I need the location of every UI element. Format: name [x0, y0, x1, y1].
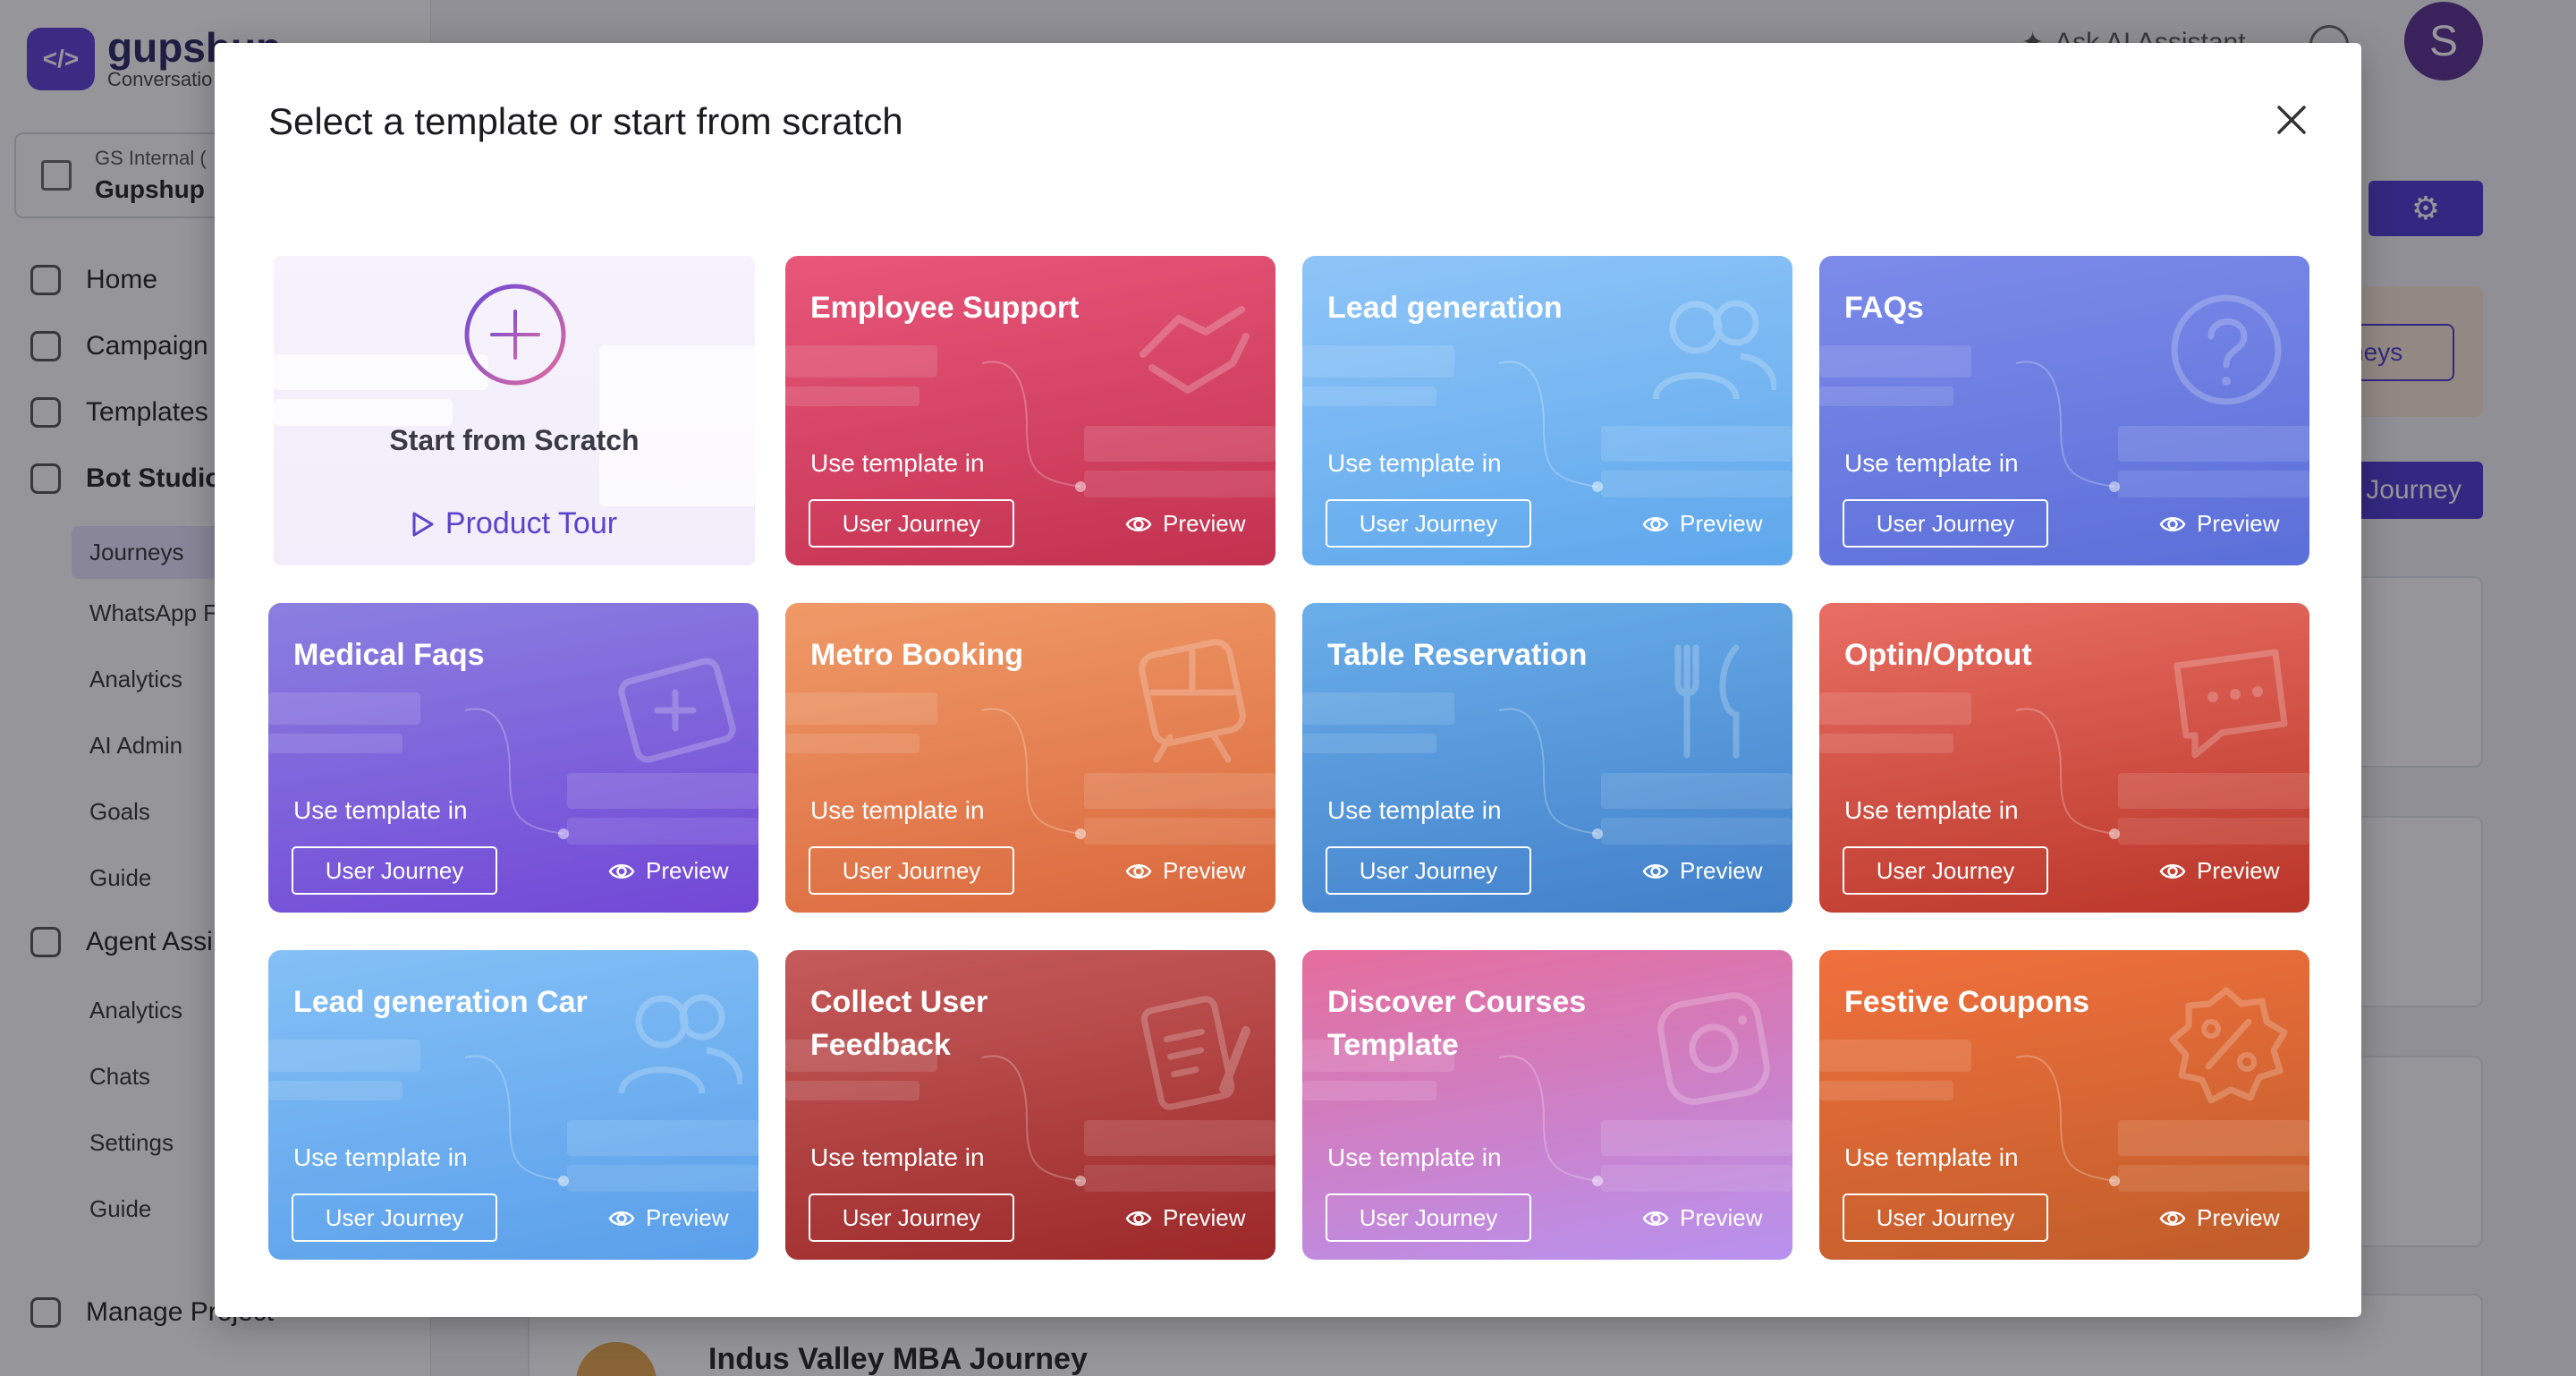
- template-card[interactable]: Collect User Feedback Use template in Us…: [785, 950, 1275, 1260]
- preview-button[interactable]: Preview: [1125, 857, 1245, 885]
- use-template-label: Use template in: [1844, 449, 2019, 477]
- template-title: Employee Support: [810, 291, 1080, 325]
- product-tour-label: Product Tour: [445, 506, 618, 540]
- eye-icon: [1642, 863, 1669, 879]
- template-title: Collect User Feedback: [810, 985, 988, 1062]
- eye-icon: [1642, 1210, 1669, 1226]
- user-journey-button[interactable]: User Journey: [1326, 499, 1531, 548]
- preview-label: Preview: [1680, 1204, 1763, 1231]
- user-journey-button[interactable]: User Journey: [292, 1193, 497, 1242]
- use-template-label: Use template in: [293, 796, 468, 824]
- user-journey-button[interactable]: User Journey: [1843, 1193, 2048, 1242]
- user-journey-button[interactable]: User Journey: [809, 499, 1014, 548]
- template-card[interactable]: Optin/Optout Use template in User Journe…: [1819, 603, 2309, 913]
- eye-icon: [1642, 516, 1669, 531]
- template-card[interactable]: Table Reservation Use template in User J…: [1302, 603, 1792, 913]
- user-journey-button[interactable]: User Journey: [1843, 499, 2048, 548]
- template-card[interactable]: Employee Support Use template in User Jo…: [785, 256, 1275, 565]
- preview-button[interactable]: Preview: [1642, 510, 1762, 538]
- preview-label: Preview: [646, 1204, 729, 1231]
- eye-icon: [608, 863, 635, 879]
- template-title: Lead generation Car: [293, 985, 588, 1019]
- preview-label: Preview: [1163, 857, 1246, 884]
- template-title: Table Reservation: [1327, 638, 1588, 672]
- template-card[interactable]: Lead generation Car Use template in User…: [268, 950, 758, 1260]
- start-from-scratch-label: Start from Scratch: [389, 424, 640, 456]
- preview-button[interactable]: Preview: [1642, 1204, 1762, 1232]
- user-journey-button[interactable]: User Journey: [809, 846, 1014, 895]
- use-template-label: Use template in: [1327, 1143, 1502, 1171]
- start-from-scratch-card[interactable]: Start from Scratch Product Tour: [274, 256, 755, 565]
- play-icon: [412, 512, 434, 536]
- user-journey-button[interactable]: User Journey: [809, 1193, 1014, 1242]
- use-template-label: Use template in: [1844, 796, 2019, 824]
- template-title: Optin/Optout: [1844, 638, 2032, 672]
- eye-icon: [1125, 1210, 1152, 1226]
- preview-label: Preview: [1163, 1204, 1246, 1231]
- template-title: Festive Coupons: [1844, 985, 2089, 1019]
- chat-bubble-icon: [2174, 649, 2288, 759]
- preview-button[interactable]: Preview: [1125, 510, 1245, 538]
- eye-icon: [608, 1210, 635, 1226]
- preview-button[interactable]: Preview: [2159, 857, 2279, 885]
- eye-icon: [2159, 516, 2186, 531]
- template-card[interactable]: FAQs Use template in User Journey Previe…: [1819, 256, 2309, 565]
- template-title: Medical Faqs: [293, 638, 485, 672]
- camera-icon: [1657, 992, 1770, 1105]
- user-journey-button[interactable]: User Journey: [292, 846, 497, 895]
- eye-icon: [2159, 863, 2186, 879]
- template-card[interactable]: Discover Courses Template Use template i…: [1302, 950, 1792, 1260]
- preview-label: Preview: [2197, 1204, 2280, 1231]
- template-title: Metro Booking: [810, 638, 1023, 672]
- user-journey-button[interactable]: User Journey: [1326, 1193, 1531, 1242]
- eye-icon: [2159, 1210, 2186, 1226]
- preview-label: Preview: [646, 857, 729, 884]
- preview-label: Preview: [2197, 510, 2280, 537]
- users-icon: [618, 994, 742, 1094]
- use-template-label: Use template in: [1327, 449, 1502, 477]
- template-card[interactable]: Metro Booking Use template in User Journ…: [785, 603, 1275, 913]
- preview-label: Preview: [1680, 510, 1763, 537]
- use-template-label: Use template in: [810, 796, 985, 824]
- template-card[interactable]: Festive Coupons Use template in User Jou…: [1819, 950, 2309, 1260]
- template-title: Discover Courses Template: [1327, 985, 1587, 1062]
- discount-badge-icon: [2169, 987, 2288, 1104]
- use-template-label: Use template in: [810, 449, 985, 477]
- use-template-label: Use template in: [293, 1143, 468, 1171]
- handshake-icon: [1140, 306, 1250, 394]
- question-icon: [2171, 294, 2282, 405]
- preview-button[interactable]: Preview: [608, 857, 728, 885]
- cutlery-icon: [1674, 644, 1740, 759]
- user-journey-button[interactable]: User Journey: [1326, 846, 1531, 895]
- users-icon: [1652, 300, 1776, 400]
- preview-button[interactable]: Preview: [608, 1204, 728, 1232]
- preview-button[interactable]: Preview: [2159, 1204, 2279, 1232]
- eye-icon: [1125, 516, 1152, 531]
- template-title: Lead generation: [1327, 291, 1563, 325]
- template-title: FAQs: [1844, 291, 1924, 325]
- product-tour-link[interactable]: Product Tour: [274, 506, 755, 541]
- plus-circle-icon[interactable]: [463, 283, 567, 386]
- clipboard-pen-icon: [1140, 996, 1250, 1110]
- close-icon[interactable]: [2272, 100, 2311, 140]
- preview-label: Preview: [1680, 857, 1763, 884]
- template-card[interactable]: Lead generation Use template in User Jou…: [1302, 256, 1792, 565]
- preview-label: Preview: [2197, 857, 2280, 884]
- use-template-label: Use template in: [1327, 796, 1502, 824]
- preview-button[interactable]: Preview: [1125, 1204, 1245, 1232]
- use-template-label: Use template in: [1844, 1143, 2019, 1171]
- train-icon: [1139, 639, 1246, 763]
- use-template-label: Use template in: [810, 1143, 985, 1171]
- modal-title: Select a template or start from scratch: [268, 100, 903, 142]
- eye-icon: [1125, 863, 1152, 879]
- preview-button[interactable]: Preview: [2159, 510, 2279, 538]
- template-modal: Select a template or start from scratch …: [215, 43, 2361, 1317]
- user-journey-button[interactable]: User Journey: [1843, 846, 2048, 895]
- preview-button[interactable]: Preview: [1642, 857, 1762, 885]
- medical-kit-icon: [618, 658, 736, 763]
- template-card[interactable]: Medical Faqs Use template in User Journe…: [268, 603, 758, 913]
- preview-label: Preview: [1163, 510, 1246, 537]
